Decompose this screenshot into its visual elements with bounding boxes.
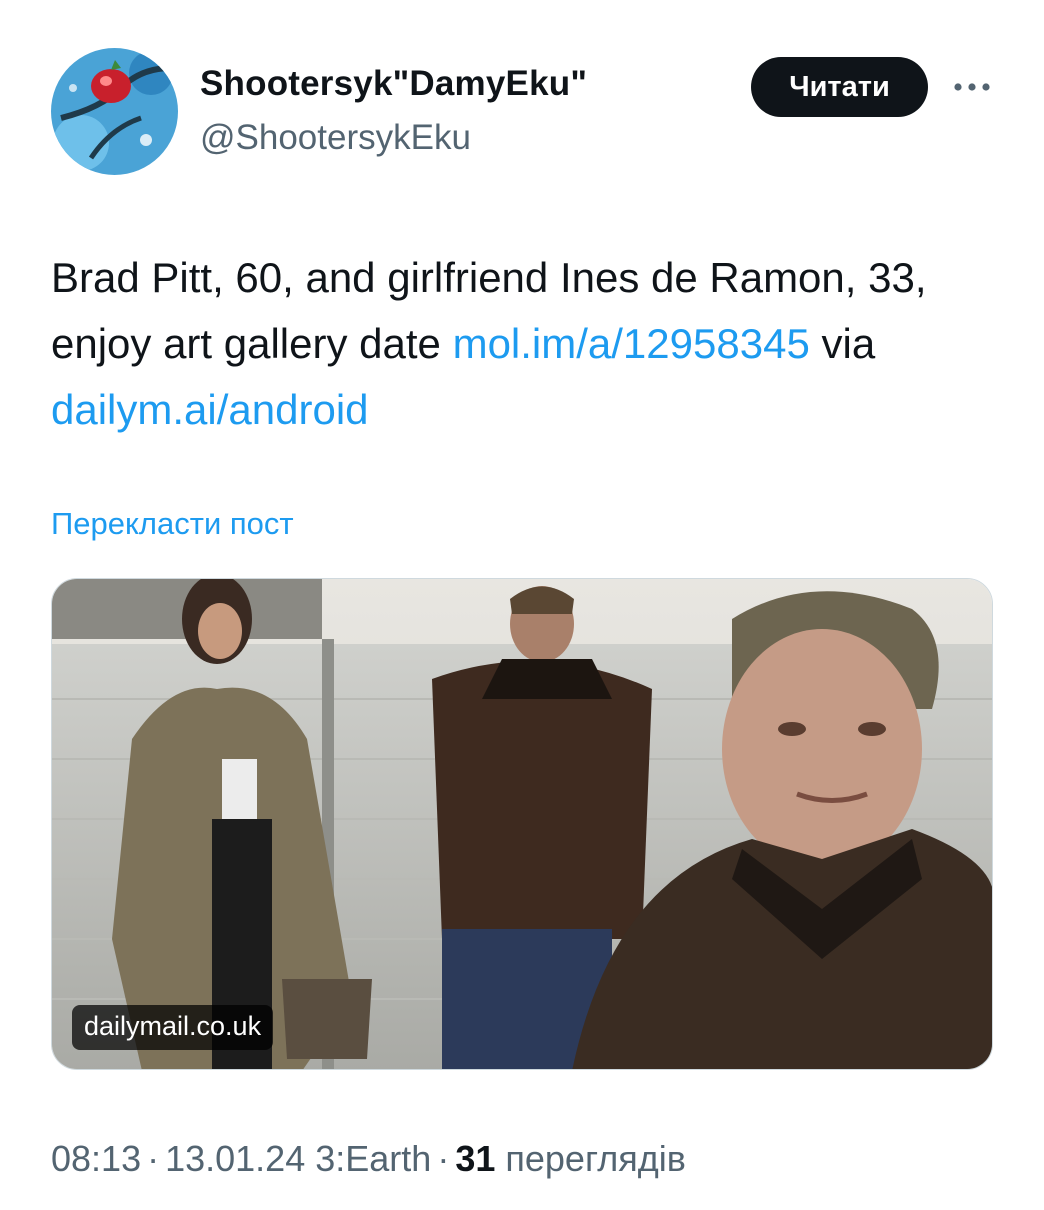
display-name[interactable]: Shootersyk"DamyEku" — [200, 64, 587, 104]
app-link[interactable]: dailym.ai/android — [51, 386, 369, 433]
tweet-meta: 08:13 · 13.01.24 3:Earth · 31 переглядів — [51, 1138, 686, 1180]
views-count: 31 — [455, 1138, 496, 1179]
post-client: 3:Earth — [315, 1138, 432, 1179]
post-time[interactable]: 08:13 — [51, 1138, 141, 1179]
translate-post-link[interactable]: Перекласти пост — [51, 506, 294, 542]
media-image[interactable]: dailymail.co.uk — [51, 578, 993, 1070]
media-source-badge: dailymail.co.uk — [72, 1005, 274, 1050]
more-horizontal-icon[interactable] — [950, 72, 994, 102]
follow-button[interactable]: Читати — [751, 57, 928, 117]
views-label: переглядів — [505, 1138, 686, 1179]
separator-dot: · — [147, 1138, 160, 1179]
article-link[interactable]: mol.im/a/12958345 — [453, 320, 810, 367]
tweet-text-part: via — [809, 320, 876, 367]
post-date[interactable]: 13.01.24 — [165, 1138, 305, 1179]
tweet-text: Brad Pitt, 60, and girlfriend Ines de Ra… — [51, 245, 1001, 443]
user-handle[interactable]: @ShootersykEku — [200, 118, 471, 158]
avatar[interactable] — [51, 48, 178, 175]
separator-dot: · — [437, 1138, 450, 1179]
